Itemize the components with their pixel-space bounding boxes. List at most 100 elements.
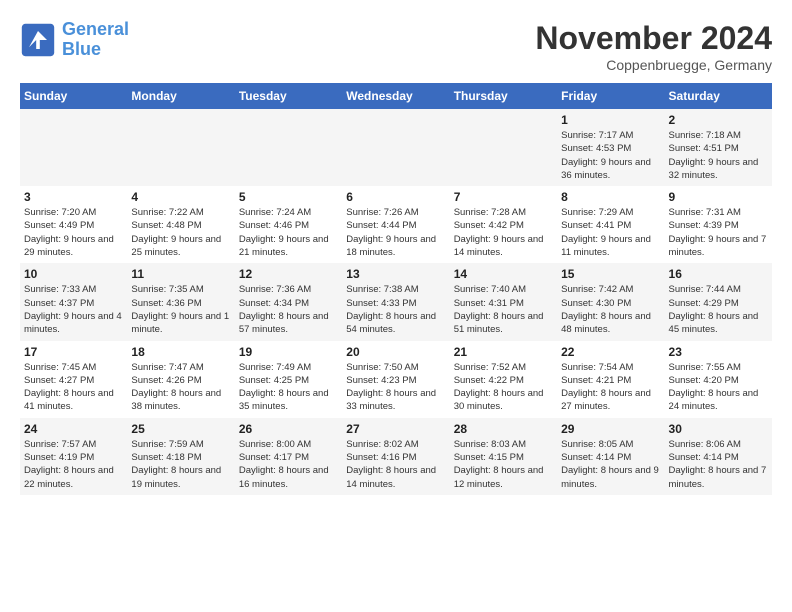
day-info: Sunrise: 7:22 AM Sunset: 4:48 PM Dayligh…: [131, 206, 230, 259]
calendar-cell: 23 Sunrise: 7:55 AM Sunset: 4:20 PM Dayli…: [665, 341, 772, 418]
day-number: 5: [239, 190, 338, 204]
day-number: 26: [239, 422, 338, 436]
day-info: Sunrise: 7:35 AM Sunset: 4:36 PM Dayligh…: [131, 283, 230, 336]
calendar-cell: 15 Sunrise: 7:42 AM Sunset: 4:30 PM Dayli…: [557, 263, 664, 340]
calendar-cell: 17Sunrise: 7:45 AM Sunset: 4:27 PM Dayli…: [20, 341, 127, 418]
day-info: Sunrise: 7:50 AM Sunset: 4:23 PM Dayligh…: [346, 361, 445, 414]
day-info: Sunrise: 7:38 AM Sunset: 4:33 PM Dayligh…: [346, 283, 445, 336]
day-number: 17: [24, 345, 123, 359]
location: Coppenbruegge, Germany: [535, 57, 772, 73]
day-number: 23: [669, 345, 768, 359]
day-number: 19: [239, 345, 338, 359]
calendar-cell: [342, 109, 449, 186]
weekday-header-saturday: Saturday: [665, 83, 772, 109]
week-row-5: 24Sunrise: 7:57 AM Sunset: 4:19 PM Dayli…: [20, 418, 772, 495]
day-info: Sunrise: 7:40 AM Sunset: 4:31 PM Dayligh…: [454, 283, 553, 336]
day-number: 12: [239, 267, 338, 281]
calendar-cell: 8 Sunrise: 7:29 AM Sunset: 4:41 PM Daylig…: [557, 186, 664, 263]
calendar-cell: 16 Sunrise: 7:44 AM Sunset: 4:29 PM Dayli…: [665, 263, 772, 340]
day-number: 18: [131, 345, 230, 359]
day-number: 9: [669, 190, 768, 204]
day-info: Sunrise: 7:28 AM Sunset: 4:42 PM Dayligh…: [454, 206, 553, 259]
day-info: Sunrise: 7:47 AM Sunset: 4:26 PM Dayligh…: [131, 361, 230, 414]
day-info: Sunrise: 7:33 AM Sunset: 4:37 PM Dayligh…: [24, 283, 123, 336]
day-info: Sunrise: 7:44 AM Sunset: 4:29 PM Dayligh…: [669, 283, 768, 336]
calendar-cell: 24Sunrise: 7:57 AM Sunset: 4:19 PM Dayli…: [20, 418, 127, 495]
calendar-cell: [127, 109, 234, 186]
weekday-header-wednesday: Wednesday: [342, 83, 449, 109]
day-info: Sunrise: 7:29 AM Sunset: 4:41 PM Dayligh…: [561, 206, 660, 259]
day-info: Sunrise: 7:49 AM Sunset: 4:25 PM Dayligh…: [239, 361, 338, 414]
day-number: 15: [561, 267, 660, 281]
day-info: Sunrise: 7:55 AM Sunset: 4:20 PM Dayligh…: [669, 361, 768, 414]
day-number: 16: [669, 267, 768, 281]
day-number: 6: [346, 190, 445, 204]
calendar-cell: 7 Sunrise: 7:28 AM Sunset: 4:42 PM Daylig…: [450, 186, 557, 263]
day-number: 1: [561, 113, 660, 127]
day-number: 28: [454, 422, 553, 436]
day-number: 30: [669, 422, 768, 436]
day-info: Sunrise: 7:20 AM Sunset: 4:49 PM Dayligh…: [24, 206, 123, 259]
logo: General Blue: [20, 20, 129, 60]
day-number: 8: [561, 190, 660, 204]
calendar-cell: 21Sunrise: 7:52 AM Sunset: 4:22 PM Dayli…: [450, 341, 557, 418]
week-row-3: 10 Sunrise: 7:33 AM Sunset: 4:37 PM Dayli…: [20, 263, 772, 340]
weekday-header-monday: Monday: [127, 83, 234, 109]
day-info: Sunrise: 7:36 AM Sunset: 4:34 PM Dayligh…: [239, 283, 338, 336]
day-info: Sunrise: 7:17 AM Sunset: 4:53 PM Dayligh…: [561, 129, 660, 182]
weekday-header-friday: Friday: [557, 83, 664, 109]
calendar-cell: 11Sunrise: 7:35 AM Sunset: 4:36 PM Dayli…: [127, 263, 234, 340]
day-info: Sunrise: 8:03 AM Sunset: 4:15 PM Dayligh…: [454, 438, 553, 491]
weekday-header-row: SundayMondayTuesdayWednesdayThursdayFrid…: [20, 83, 772, 109]
day-number: 14: [454, 267, 553, 281]
week-row-4: 17Sunrise: 7:45 AM Sunset: 4:27 PM Dayli…: [20, 341, 772, 418]
calendar-cell: 30 Sunrise: 8:06 AM Sunset: 4:14 PM Dayli…: [665, 418, 772, 495]
calendar-cell: 5 Sunrise: 7:24 AM Sunset: 4:46 PM Daylig…: [235, 186, 342, 263]
calendar-cell: 4 Sunrise: 7:22 AM Sunset: 4:48 PM Daylig…: [127, 186, 234, 263]
weekday-header-thursday: Thursday: [450, 83, 557, 109]
calendar-cell: 2 Sunrise: 7:18 AM Sunset: 4:51 PM Daylig…: [665, 109, 772, 186]
day-info: Sunrise: 7:24 AM Sunset: 4:46 PM Dayligh…: [239, 206, 338, 259]
day-number: 7: [454, 190, 553, 204]
day-info: Sunrise: 7:26 AM Sunset: 4:44 PM Dayligh…: [346, 206, 445, 259]
calendar-cell: 1 Sunrise: 7:17 AM Sunset: 4:53 PM Daylig…: [557, 109, 664, 186]
day-number: 2: [669, 113, 768, 127]
calendar-cell: 20Sunrise: 7:50 AM Sunset: 4:23 PM Dayli…: [342, 341, 449, 418]
calendar-cell: 3Sunrise: 7:20 AM Sunset: 4:49 PM Daylig…: [20, 186, 127, 263]
weekday-header-sunday: Sunday: [20, 83, 127, 109]
day-number: 10: [24, 267, 123, 281]
day-number: 4: [131, 190, 230, 204]
week-row-2: 3Sunrise: 7:20 AM Sunset: 4:49 PM Daylig…: [20, 186, 772, 263]
month-title: November 2024: [535, 20, 772, 57]
day-info: Sunrise: 7:54 AM Sunset: 4:21 PM Dayligh…: [561, 361, 660, 414]
calendar-cell: 29 Sunrise: 8:05 AM Sunset: 4:14 PM Dayli…: [557, 418, 664, 495]
day-number: 13: [346, 267, 445, 281]
day-info: Sunrise: 8:05 AM Sunset: 4:14 PM Dayligh…: [561, 438, 660, 491]
day-number: 27: [346, 422, 445, 436]
day-info: Sunrise: 8:06 AM Sunset: 4:14 PM Dayligh…: [669, 438, 768, 491]
calendar-cell: 25Sunrise: 7:59 AM Sunset: 4:18 PM Dayli…: [127, 418, 234, 495]
calendar-cell: 26 Sunrise: 8:00 AM Sunset: 4:17 PM Dayli…: [235, 418, 342, 495]
calendar-cell: 19 Sunrise: 7:49 AM Sunset: 4:25 PM Dayli…: [235, 341, 342, 418]
day-info: Sunrise: 7:42 AM Sunset: 4:30 PM Dayligh…: [561, 283, 660, 336]
logo-general: General: [62, 19, 129, 39]
day-number: 22: [561, 345, 660, 359]
day-info: Sunrise: 8:02 AM Sunset: 4:16 PM Dayligh…: [346, 438, 445, 491]
calendar-cell: 10 Sunrise: 7:33 AM Sunset: 4:37 PM Dayli…: [20, 263, 127, 340]
day-info: Sunrise: 8:00 AM Sunset: 4:17 PM Dayligh…: [239, 438, 338, 491]
calendar-cell: [235, 109, 342, 186]
calendar-cell: 22 Sunrise: 7:54 AM Sunset: 4:21 PM Dayli…: [557, 341, 664, 418]
calendar-cell: 6 Sunrise: 7:26 AM Sunset: 4:44 PM Daylig…: [342, 186, 449, 263]
title-block: November 2024 Coppenbruegge, Germany: [535, 20, 772, 73]
logo-blue: Blue: [62, 39, 101, 59]
day-info: Sunrise: 7:31 AM Sunset: 4:39 PM Dayligh…: [669, 206, 768, 259]
day-info: Sunrise: 7:52 AM Sunset: 4:22 PM Dayligh…: [454, 361, 553, 414]
day-info: Sunrise: 7:18 AM Sunset: 4:51 PM Dayligh…: [669, 129, 768, 182]
calendar-cell: 14 Sunrise: 7:40 AM Sunset: 4:31 PM Dayli…: [450, 263, 557, 340]
day-number: 29: [561, 422, 660, 436]
calendar-cell: [20, 109, 127, 186]
page-header: General Blue November 2024 Coppenbruegge…: [20, 20, 772, 73]
day-number: 25: [131, 422, 230, 436]
logo-icon: [20, 22, 56, 58]
calendar-cell: 9 Sunrise: 7:31 AM Sunset: 4:39 PM Daylig…: [665, 186, 772, 263]
